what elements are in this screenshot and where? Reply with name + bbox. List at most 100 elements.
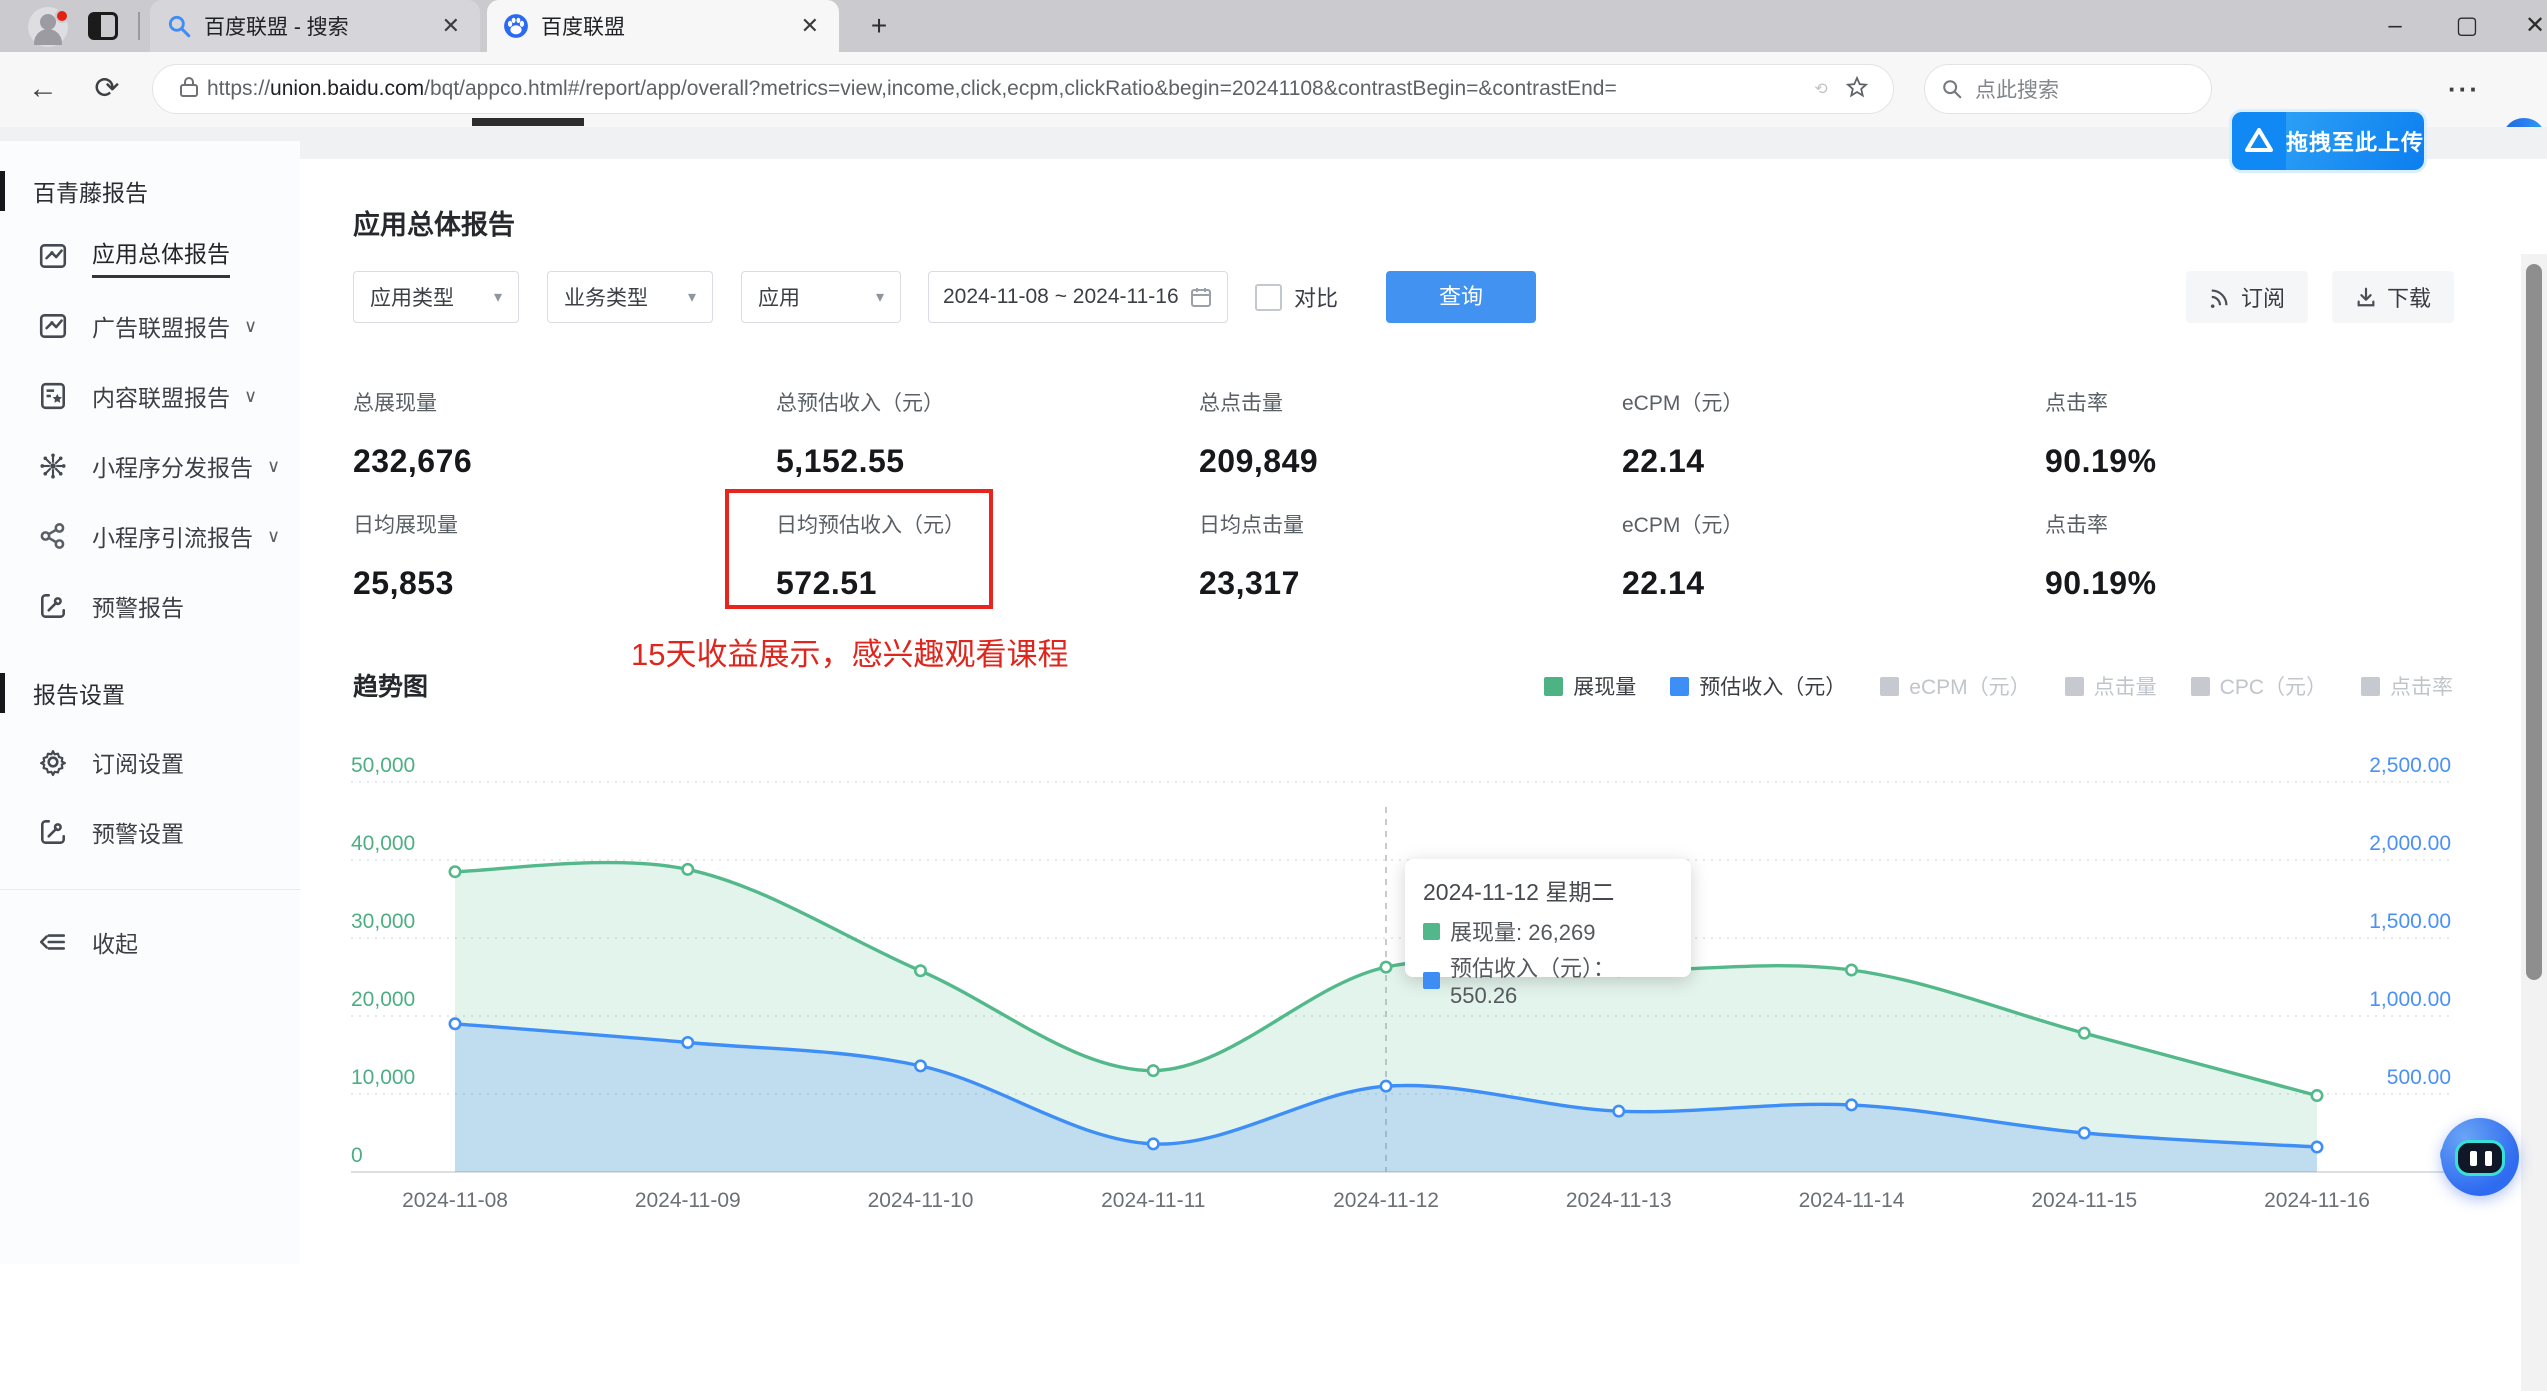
scrollbar-thumb[interactable]	[2526, 264, 2542, 980]
legend-item-5[interactable]: 点击率	[2361, 671, 2453, 701]
legend-label: 点击率	[2390, 676, 2453, 699]
left-axis-tick: 30,000	[351, 910, 415, 933]
sidebar-item-2[interactable]: 内容联盟报告 ∨	[0, 373, 300, 419]
legend-label: 展现量	[1573, 676, 1637, 699]
sidebar-item-5[interactable]: 预警报告	[0, 583, 300, 629]
page-scrollbar[interactable]	[2521, 254, 2547, 1391]
query-button[interactable]: 查询	[1386, 271, 1536, 323]
chevron-down-icon: ▾	[687, 289, 696, 306]
sidebar-item-1[interactable]: 广告联盟报告 ∨	[0, 303, 300, 349]
daily-stat-card-4: 点击率 90.19%	[2045, 509, 2468, 602]
new-tab-button[interactable]: +	[862, 10, 896, 44]
assistant-eye	[2485, 1151, 2492, 1166]
sidebar-section-settings: 报告设置	[0, 671, 300, 715]
sidebar-item-subscribe-settings[interactable]: 订阅设置	[0, 739, 300, 785]
total-stat-card-3: eCPM（元） 22.14	[1622, 387, 2045, 480]
workspaces-icon[interactable]	[88, 12, 118, 40]
sidebar-item-alert-settings[interactable]: 预警设置	[0, 809, 300, 855]
back-button[interactable]: ←	[20, 66, 66, 112]
sidebar-collapse-button[interactable]: 收起	[0, 919, 300, 965]
upload-button-label: 拖拽至此上传	[2286, 130, 2425, 155]
legend-item-2[interactable]: eCPM（元）	[1880, 671, 2031, 701]
contrast-checkbox[interactable]: 对比	[1255, 271, 1338, 323]
stats-row-total: 总展现量 232,676 总预估收入（元） 5,152.55 总点击量 209,849 eC…	[353, 387, 2473, 480]
legend-item-1[interactable]: 预估收入（元）	[1670, 671, 1846, 701]
stat-value: 90.19%	[2045, 565, 2157, 601]
browser-menu-button[interactable]: ···	[2448, 74, 2480, 105]
legend-swatch-blue	[1423, 971, 1440, 989]
tab-close-icon[interactable]: ✕	[438, 13, 464, 39]
date-range-value: 2024-11-08 ~ 2024-11-16	[943, 285, 1179, 308]
section-accent-bar	[0, 171, 5, 211]
stat-label: eCPM（元）	[1622, 514, 1744, 537]
x-axis-tick: 2024-11-14	[1799, 1189, 1905, 1212]
x-axis-tick: 2024-11-08	[402, 1189, 508, 1212]
legend-label: 点击量	[2093, 676, 2157, 699]
sync-icon[interactable]: ⟲	[1803, 79, 1839, 99]
sidebar-item-3[interactable]: 小程序分发报告 ∨	[0, 443, 300, 489]
legend-swatch	[1880, 676, 1900, 696]
tab-title: 百度联盟	[541, 16, 625, 39]
share-icon	[40, 523, 65, 549]
search-box[interactable]: 点此搜索	[1924, 64, 2212, 114]
stat-value: 5,152.55	[776, 443, 905, 479]
x-axis-tick: 2024-11-15	[2031, 1189, 2137, 1212]
subscribe-button[interactable]: 订阅	[2186, 271, 2308, 323]
page-title: 应用总体报告	[353, 210, 515, 240]
refresh-button[interactable]: ⟳	[84, 66, 130, 112]
app-top-band	[0, 127, 2547, 159]
gear-icon	[39, 750, 66, 777]
app-type-value: 应用类型	[370, 287, 454, 310]
tooltip-date: 2024-11-12 星期二	[1423, 879, 1615, 905]
left-axis-tick: 20,000	[351, 988, 415, 1011]
window-minimize-button[interactable]: –	[2360, 0, 2430, 52]
chart-title: 趋势图	[353, 673, 429, 701]
ai-assistant-button[interactable]	[2441, 1118, 2519, 1196]
x-axis-tick: 2024-11-16	[2264, 1189, 2370, 1212]
address-bar[interactable]: https://union.baidu.com/bqt/appco.html#/…	[152, 64, 1894, 114]
contrast-label: 对比	[1294, 286, 1339, 311]
legend-label: eCPM（元）	[1909, 676, 2031, 699]
tooltip-income-value: 预估收入（元）：550.26	[1450, 956, 1616, 1008]
app-type-select[interactable]: 应用类型 ▾	[353, 271, 519, 323]
notification-dot	[55, 9, 69, 23]
checkbox-icon	[1255, 283, 1282, 311]
legend-label: CPC（元）	[2219, 676, 2327, 699]
browser-tab-union[interactable]: 百度联盟 ✕	[487, 0, 839, 52]
tab-close-icon[interactable]: ✕	[797, 13, 823, 39]
sidebar-item-0[interactable]: 应用总体报告	[0, 233, 300, 279]
profile-avatar[interactable]	[28, 7, 69, 47]
stat-value: 25,853	[353, 565, 454, 601]
report-icon	[39, 244, 67, 268]
total-stat-card-2: 总点击量 209,849	[1199, 387, 1622, 480]
legend-item-3[interactable]: 点击量	[2064, 671, 2157, 701]
union-dashboard: 百青藤报告 应用总体报告 广告联盟报告 ∨ 内容联盟报告 ∨ 小程序分发报告 ∨ 小程序引流报告…	[0, 127, 2547, 1391]
window-close-button[interactable]: ✕	[2500, 0, 2547, 52]
app-select[interactable]: 应用 ▾	[741, 271, 901, 323]
netdisk-upload-button[interactable]: 拖拽至此上传	[2232, 112, 2424, 170]
stat-label: 日均点击量	[1199, 514, 1304, 537]
legend-item-4[interactable]: CPC（元）	[2190, 671, 2327, 701]
left-axis-tick: 10,000	[351, 1066, 415, 1089]
browser-tab-search[interactable]: 百度联盟 - 搜索 ✕	[150, 0, 480, 52]
legend-item-0[interactable]: 展现量	[1544, 671, 1636, 701]
legend-swatch-green	[1423, 922, 1440, 940]
sidebar-item-4[interactable]: 小程序引流报告 ∨	[0, 513, 300, 559]
main-content: 应用总体报告 应用类型 ▾ 业务类型 ▾ 应用 ▾ 2024-11-08 ~ 2024…	[343, 159, 2515, 1264]
favorite-star-icon[interactable]	[1839, 75, 1875, 104]
window-maximize-button[interactable]: ▢	[2432, 0, 2502, 52]
download-button[interactable]: 下载	[2332, 271, 2454, 323]
stat-label: 日均展现量	[353, 514, 458, 537]
distribute-icon	[40, 453, 66, 479]
section-accent-bar	[0, 673, 5, 713]
total-stat-card-0: 总展现量 232,676	[353, 387, 776, 480]
stat-value: 232,676	[353, 443, 473, 479]
search-icon	[1943, 80, 1962, 99]
biz-type-select[interactable]: 业务类型 ▾	[547, 271, 713, 323]
daily-stat-card-2: 日均点击量 23,317	[1199, 509, 1622, 602]
calendar-icon	[1191, 288, 1211, 307]
chevron-down-icon: ▾	[875, 289, 884, 306]
date-range-input[interactable]: 2024-11-08 ~ 2024-11-16	[928, 271, 1228, 323]
search-placeholder: 点此搜索	[1975, 79, 2059, 102]
x-axis-tick: 2024-11-12	[1333, 1189, 1439, 1212]
